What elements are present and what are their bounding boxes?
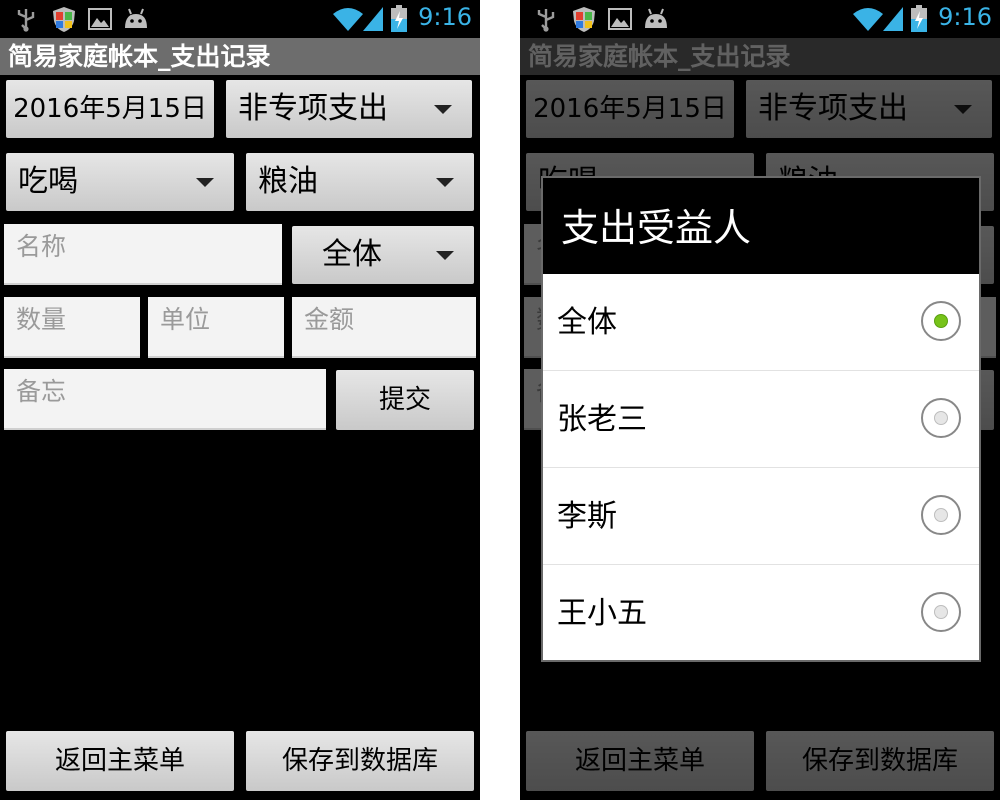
dropdown-arrow-icon [196,178,214,187]
beneficiary-label: 全体 [322,237,382,272]
name-input[interactable] [4,224,282,283]
option-label: 张老三 [557,402,647,437]
category-label: 吃喝 [18,164,78,199]
expense-screen-right: 9:16 简易家庭帐本_支出记录 2016年5月15日 非专项支出 吃喝 粮油 … [520,0,1000,800]
beneficiary-spinner[interactable]: 全体 [292,226,474,284]
unit-field[interactable] [148,297,284,358]
usb-icon [17,9,35,32]
clock: 9:16 [418,3,472,31]
signal-icon [883,7,903,31]
image-icon [608,8,632,30]
memo-field[interactable] [4,369,326,430]
date-label: 2016年5月15日 [13,94,207,124]
radio-unselected-icon[interactable] [921,592,961,632]
name-field[interactable] [4,224,282,285]
android-debug-icon [645,8,667,28]
app-title: 简易家庭帐本_支出记录 [0,38,480,75]
option-item[interactable]: 王小五 [543,565,979,662]
wifi-icon [333,8,363,31]
expense-screen-left: 9:16 简易家庭帐本_支出记录 2016年5月15日 非专项支出 吃喝 粮油 … [0,0,480,800]
signal-icon [363,7,383,31]
clock: 9:16 [938,3,992,31]
quantity-input[interactable] [4,297,140,356]
expense-type-spinner[interactable]: 非专项支出 [226,80,472,138]
beneficiary-dialog: 支出受益人 全体 张老三 李斯 王小五 [541,176,981,662]
option-item[interactable]: 张老三 [543,371,979,468]
category-spinner[interactable]: 吃喝 [6,153,234,211]
status-bar: 9:16 [0,0,480,38]
option-item[interactable]: 李斯 [543,468,979,565]
image-icon [88,8,112,30]
option-label: 王小五 [557,596,647,631]
shield-icon [53,7,75,32]
battery-charging-icon [391,5,407,32]
status-bar: 9:16 [520,0,1000,38]
dropdown-arrow-icon [436,178,454,187]
option-item[interactable]: 全体 [543,274,979,371]
quantity-field[interactable] [4,297,140,358]
subcategory-spinner[interactable]: 粮油 [246,153,474,211]
shield-icon [573,7,595,32]
unit-input[interactable] [148,297,284,356]
option-label: 全体 [557,305,617,340]
usb-icon [537,9,555,32]
back-to-menu-button[interactable]: 返回主菜单 [6,731,234,791]
wifi-icon [853,8,883,31]
submit-button[interactable]: 提交 [336,370,474,430]
amount-field[interactable] [292,297,476,358]
memo-input[interactable] [4,369,326,428]
dropdown-arrow-icon [436,251,454,260]
dialog-title: 支出受益人 [543,178,979,274]
option-label: 李斯 [557,499,617,534]
radio-unselected-icon[interactable] [921,398,961,438]
radio-unselected-icon[interactable] [921,495,961,535]
save-to-database-button[interactable]: 保存到数据库 [246,731,474,791]
amount-input[interactable] [292,297,476,356]
android-debug-icon [125,8,147,28]
battery-charging-icon [911,5,927,32]
date-button[interactable]: 2016年5月15日 [6,80,214,138]
radio-selected-icon[interactable] [921,301,961,341]
subcategory-label: 粮油 [258,164,318,199]
expense-type-label: 非专项支出 [238,91,388,126]
dropdown-arrow-icon [434,105,452,114]
